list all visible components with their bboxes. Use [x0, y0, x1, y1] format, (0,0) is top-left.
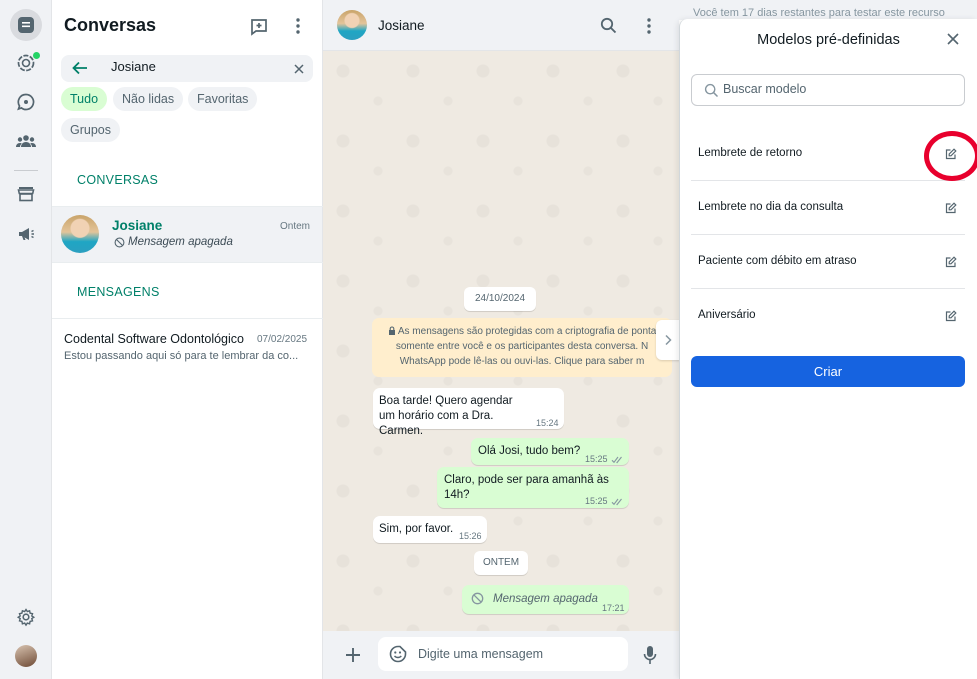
template-label: Paciente com débito em atraso [698, 255, 857, 267]
template-item[interactable]: Aniversário [691, 289, 965, 343]
section-heading-conversations: CONVERSAS [77, 173, 159, 187]
template-label: Lembrete de retorno [698, 147, 803, 159]
message-outgoing[interactable]: Claro, pode ser para amanhã às 14h? 15:2… [437, 467, 629, 508]
message-result-preview: Estou passando aqui só para te lembrar d… [64, 350, 299, 362]
double-check-icon [611, 498, 622, 505]
trial-banner-text: Você tem 17 dias restantes para testar e… [693, 7, 945, 19]
create-template-button[interactable]: Criar [691, 356, 965, 387]
scroll-right-button[interactable] [656, 320, 679, 360]
deleted-icon [114, 237, 125, 247]
encryption-notice[interactable]: As mensagens são protegidas com a cripto… [372, 318, 672, 377]
contact-avatar[interactable] [337, 10, 367, 40]
template-search-box [691, 74, 965, 106]
chat-list-title: Conversas [64, 15, 157, 35]
message-deleted[interactable]: Mensagem apagada 17:21 [462, 585, 629, 614]
edit-icon[interactable] [945, 201, 957, 219]
megaphone-icon[interactable] [10, 218, 42, 250]
date-divider: ONTEM [474, 551, 528, 575]
templates-panel: Modelos pré-definidas Lembrete de retorn… [679, 19, 977, 679]
lock-icon [388, 326, 395, 335]
message-text: Olá Josi, tudo bem? [478, 445, 581, 457]
store-icon[interactable] [10, 178, 42, 210]
message-text: Mensagem apagada [493, 593, 598, 605]
divider [52, 262, 323, 263]
composer: Digite uma mensagem [323, 631, 679, 679]
chat-search-input[interactable] [111, 59, 281, 74]
message-result-date: 07/02/2025 [257, 334, 308, 345]
message-incoming[interactable]: Boa tarde! Quero agendar um horário com … [373, 388, 564, 437]
menu-kebab-icon[interactable] [646, 17, 652, 40]
templates-panel-title: Modelos pré-definidas [757, 32, 900, 48]
encryption-line: As mensagens são protegidas com a cripto… [397, 326, 657, 337]
status-badge [33, 52, 40, 59]
template-label: Lembrete no dia da consulta [698, 201, 844, 213]
chats-icon[interactable] [10, 9, 42, 41]
filter-chip-favorites[interactable]: Favoritas [188, 87, 258, 111]
message-time: 17:21 [602, 603, 625, 613]
chat-search-box [61, 55, 313, 82]
communities-icon[interactable] [10, 125, 42, 157]
section-heading-messages: MENSAGENS [77, 285, 160, 299]
message-input-box[interactable]: Digite uma mensagem [378, 637, 628, 671]
menu-kebab-icon[interactable] [286, 14, 310, 38]
message-incoming[interactable]: Sim, por favor. 15:26 [373, 516, 487, 543]
message-time: 15:26 [459, 531, 482, 541]
conversation-time: Ontem [280, 221, 311, 232]
template-item[interactable]: Lembrete no dia da consulta [691, 181, 965, 235]
highlight-circle [924, 131, 977, 181]
message-text: Sim, por favor. [379, 523, 454, 535]
contact-avatar [61, 215, 99, 253]
deleted-icon [471, 592, 484, 605]
template-item[interactable]: Paciente com débito em atraso [691, 235, 965, 289]
template-search-input[interactable] [723, 82, 953, 96]
new-chat-icon[interactable] [247, 14, 271, 38]
message-outgoing[interactable]: Olá Josi, tudo bem? 15:25 [471, 438, 629, 465]
message-result-row[interactable]: Codental Software Odontológico 07/02/202… [52, 319, 322, 369]
message-input-placeholder: Digite uma mensagem [418, 647, 544, 661]
contact-name[interactable]: Josiane [378, 18, 425, 33]
attach-plus-icon[interactable] [345, 647, 361, 668]
chevron-right-icon [665, 334, 672, 346]
filter-chip-groups[interactable]: Grupos [61, 118, 120, 142]
edit-icon[interactable] [945, 309, 957, 327]
message-text: Boa tarde! Quero agendar um horário com … [379, 395, 513, 437]
template-label: Aniversário [698, 309, 756, 321]
conversation-preview-text: Mensagem apagada [128, 236, 233, 248]
message-time: 15:25 [585, 494, 624, 509]
encryption-line: somente entre você e os participantes de… [395, 341, 649, 352]
nav-rail [0, 0, 52, 679]
conversation-row[interactable]: Josiane Ontem Mensagem apagada [52, 207, 322, 262]
double-check-icon [611, 456, 622, 463]
message-time: 15:24 [536, 418, 559, 428]
edit-icon[interactable] [945, 255, 957, 273]
channels-icon[interactable] [10, 86, 42, 118]
sticker-icon[interactable] [389, 645, 407, 668]
search-icon[interactable] [600, 17, 617, 39]
conversation-header: Josiane [323, 0, 679, 51]
rail-divider [14, 170, 38, 171]
encryption-line: WhatsApp pode lê-las ou ouvi-las. Clique… [399, 356, 645, 367]
conversation-panel: Josiane 24/10/2024 As mensagens são prot… [323, 0, 679, 679]
date-divider: 24/10/2024 [464, 287, 536, 311]
gear-icon[interactable] [10, 601, 42, 633]
conversation-name: Josiane [112, 218, 163, 233]
message-time: 15:25 [585, 452, 624, 467]
chat-list-panel: Conversas Tudo Não lidas Favoritas Grupo… [52, 0, 323, 679]
clear-search-icon[interactable] [293, 62, 305, 80]
filter-chip-all[interactable]: Tudo [61, 87, 108, 111]
back-arrow-icon[interactable] [71, 60, 89, 81]
trial-banner: Você tem 17 dias restantes para testar e… [679, 0, 977, 20]
search-icon [704, 83, 719, 98]
close-icon[interactable] [946, 32, 960, 51]
microphone-icon[interactable] [643, 645, 657, 670]
message-result-name: Codental Software Odontológico [64, 332, 244, 346]
conversation-preview: Mensagem apagada [114, 236, 233, 248]
profile-avatar[interactable] [15, 645, 37, 667]
filter-chip-unread[interactable]: Não lidas [113, 87, 184, 111]
